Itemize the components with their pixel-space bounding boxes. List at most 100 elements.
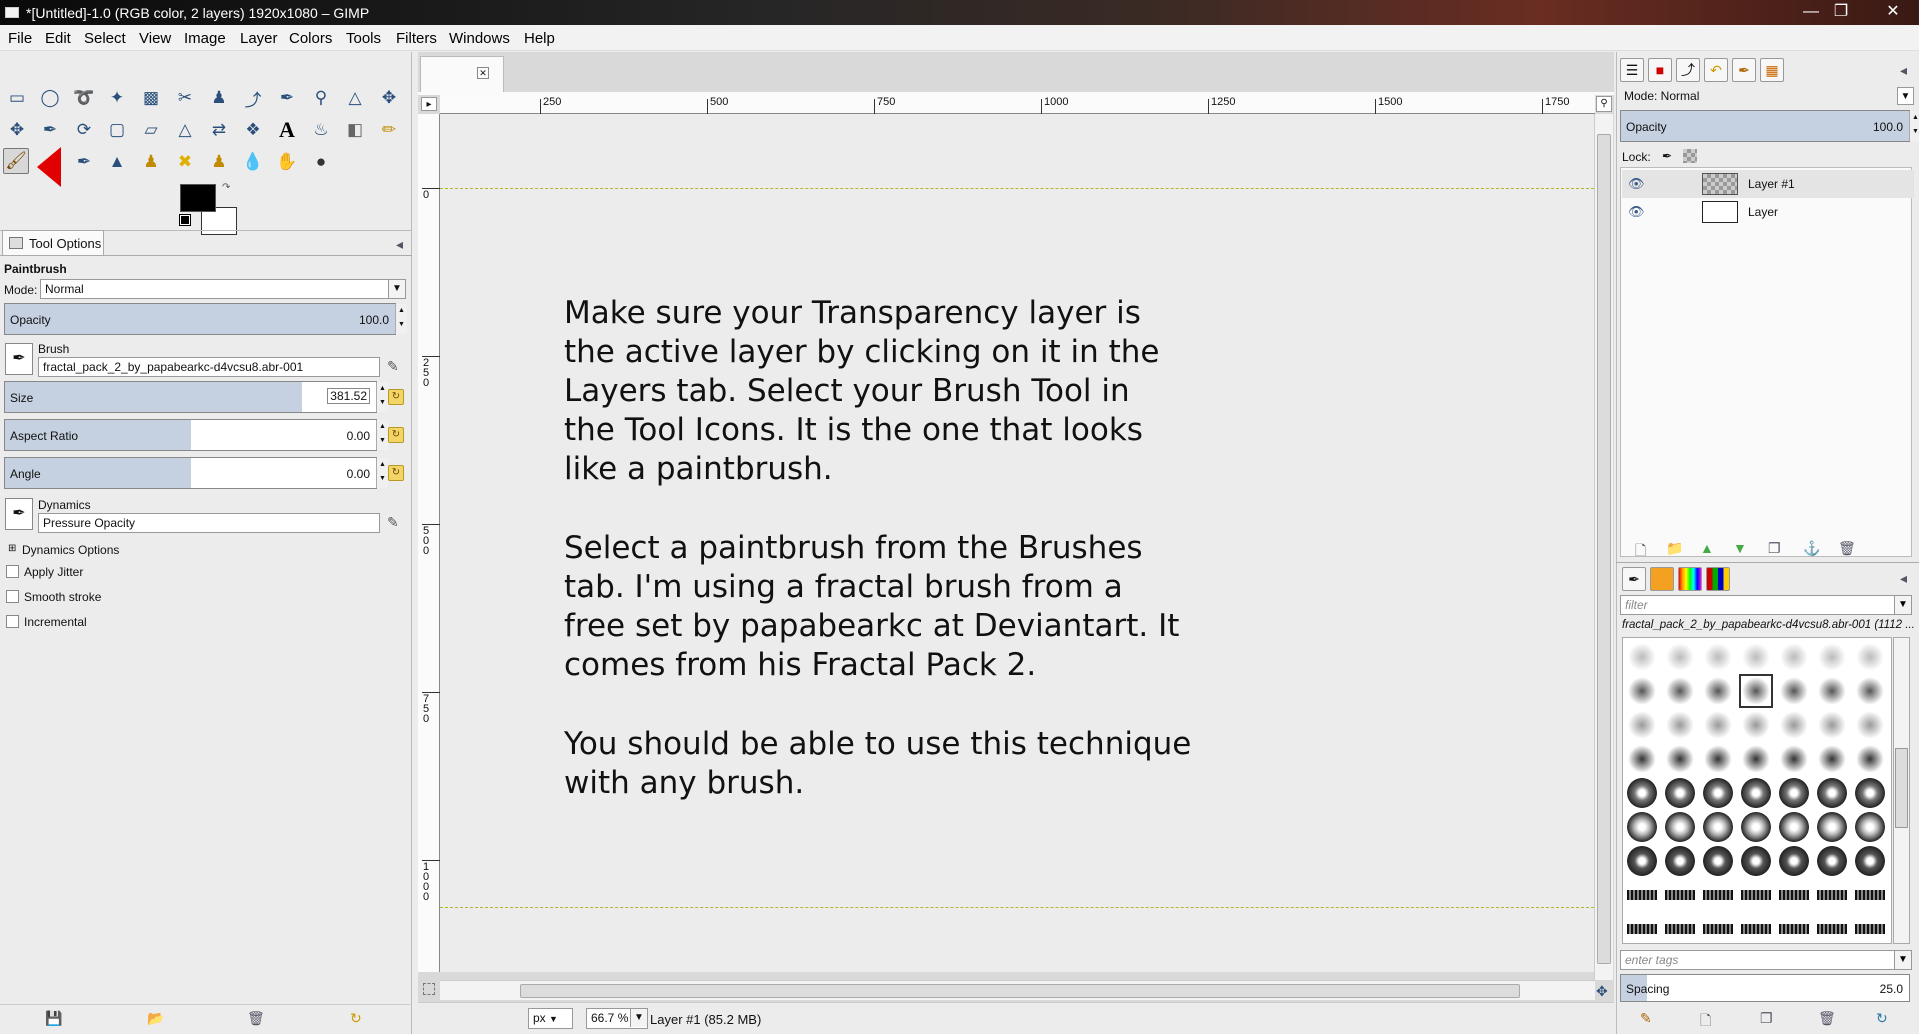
size-reset-icon[interactable]: ↻ [388,389,404,405]
text-icon[interactable]: A [274,117,300,143]
brush-thumbnail[interactable] [1779,676,1809,706]
brush-thumbnail[interactable] [1627,924,1657,934]
brush-thumbnail[interactable] [1665,676,1695,706]
shear-icon[interactable]: ▱ [138,117,164,143]
brush-thumbnail[interactable] [1703,676,1733,706]
duplicate-brush-icon[interactable]: ❐ [1760,1010,1773,1027]
configure-layers-tab-icon[interactable]: ◂ [1900,62,1907,79]
dodge-burn-icon[interactable]: ● [308,149,334,175]
scissors-icon[interactable]: ✂ [172,85,198,111]
brush-thumbnail[interactable] [1665,924,1695,934]
brush-thumbnail[interactable] [1855,924,1885,934]
brush-thumbnail[interactable] [1779,744,1809,774]
brush-thumbnail[interactable] [1779,642,1809,672]
brush-thumbnail[interactable] [1817,744,1847,774]
brush-thumbnail[interactable] [1703,778,1733,808]
pencil-icon[interactable]: ✏ [376,117,402,143]
heal-icon[interactable]: ✖ [172,149,198,175]
delete-options-icon[interactable]: 🗑 [247,1010,265,1027]
brush-thumbnail[interactable] [1779,924,1809,934]
horizontal-ruler[interactable]: 250 500 750 1000 1250 1500 1750 [440,95,1595,114]
layer-row-layer-1[interactable]: 👁 Layer #1 [1622,170,1914,198]
menu-filters[interactable]: Filters [396,30,437,47]
brush-name-field[interactable]: fractal_pack_2_by_papabearkc-d4vcsu8.abr… [38,357,380,377]
delete-brush-icon[interactable]: 🗑 [1818,1010,1836,1027]
clone-icon[interactable]: ♟ [138,149,164,175]
perspective-clone-icon[interactable]: ♟ [206,149,232,175]
brush-thumbnail[interactable] [1817,676,1847,706]
horizontal-scrollbar[interactable] [440,980,1595,1000]
angle-slider[interactable]: Angle 0.00 ▲ ▼ [4,457,388,489]
duplicate-layer-icon[interactable]: ❐ [1768,540,1781,557]
menu-colors[interactable]: Colors [289,30,332,47]
unit-select[interactable]: px ▼ [528,1008,573,1029]
measure-icon[interactable]: △ [342,85,368,111]
perspective-icon[interactable]: △ [172,117,198,143]
color-picker-icon[interactable]: ✒ [274,85,300,111]
flip-icon[interactable]: ⇄ [206,117,232,143]
brush-thumbnail[interactable] [1703,924,1733,934]
blur-icon[interactable]: 💧 [240,149,266,175]
lock-pixels-icon[interactable]: ✒ [1662,149,1672,163]
brush-filter-input[interactable]: filter ▼ [1620,595,1912,615]
horizontal-scroll-thumb[interactable] [520,984,1520,998]
dynamics-preview-icon[interactable]: ✒ [5,498,33,530]
brush-thumbnail[interactable] [1855,778,1885,808]
brush-thumbnail[interactable] [1817,710,1847,740]
anchor-layer-icon[interactable]: ⚓ [1803,540,1820,557]
brush-thumbnail[interactable] [1855,846,1885,876]
cage-icon[interactable]: ❖ [240,117,266,143]
layer-opacity-spin-button[interactable]: ▲ ▼ [1909,111,1919,141]
brush-thumbnail[interactable] [1627,778,1657,808]
brush-grid[interactable] [1622,637,1892,944]
menu-image[interactable]: Image [184,30,226,47]
brush-thumbnail[interactable] [1627,846,1657,876]
aspect-ratio-slider[interactable]: Aspect Ratio 0.00 ▲ ▼ [4,419,388,451]
smooth-stroke-checkbox[interactable] [6,590,19,603]
paintbrush-icon[interactable]: 🖌 [3,148,29,174]
blend-icon[interactable]: ◧ [342,117,368,143]
aspect-ratio-spin-button[interactable]: ▲ ▼ [376,420,388,450]
menu-tools[interactable]: Tools [346,30,381,47]
brush-thumbnail[interactable] [1817,778,1847,808]
configure-tab-icon[interactable]: ◂ [396,236,403,253]
brushes-tab-icon[interactable]: ✒ [1622,567,1646,591]
size-spin-button[interactable]: ▲ ▼ [376,382,388,412]
brush-thumbnail[interactable] [1741,812,1771,842]
eye-icon[interactable]: 👁 [1628,176,1645,192]
brush-thumbnail[interactable] [1703,642,1733,672]
brush-thumbnail[interactable] [1703,846,1733,876]
angle-spin-button[interactable]: ▲ ▼ [376,458,388,488]
new-layer-group-icon[interactable]: 📁 [1666,540,1683,557]
brush-thumbnail[interactable] [1665,642,1695,672]
airbrush-icon[interactable]: ✒ [71,149,97,175]
brush-thumbnail[interactable] [1855,710,1885,740]
save-options-icon[interactable]: 💾 [45,1010,62,1027]
foreground-color-swatch[interactable] [180,184,216,212]
layer-row-layer[interactable]: 👁 Layer [1622,198,1914,226]
opacity-slider[interactable]: Opacity 100.0 ▲ ▼ [4,303,407,335]
brush-thumbnail[interactable] [1779,890,1809,900]
reset-options-icon[interactable]: ↻ [350,1010,362,1027]
minimize-icon[interactable]: — [1796,2,1826,22]
brush-thumbnail[interactable] [1665,710,1695,740]
incremental-checkbox[interactable] [6,615,19,628]
layers-tab-icon[interactable]: ☰ [1620,58,1644,82]
brush-thumbnail[interactable] [1817,924,1847,934]
brush-tab-icon[interactable]: ✒ [1732,58,1756,82]
eye-icon[interactable]: 👁 [1628,204,1645,220]
mode-select[interactable]: Normal ▼ [40,279,406,299]
layer-opacity-slider[interactable]: Opacity 100.0 ▲ ▼ [1620,110,1919,142]
brush-thumbnail[interactable] [1741,642,1771,672]
rotate-icon[interactable]: ⟳ [71,117,97,143]
expand-icon[interactable]: ⊞ [8,543,16,554]
ellipse-select-icon[interactable]: ◯ [37,85,63,111]
brush-thumbnail[interactable] [1703,710,1733,740]
layer-mode-select[interactable]: Mode: Normal ▼ [1620,87,1914,107]
brush-thumbnail[interactable] [1855,890,1885,900]
brush-thumbnail[interactable] [1817,812,1847,842]
zoom-select[interactable]: 66.7 % ▼ [586,1008,648,1029]
brush-thumbnail[interactable] [1627,812,1657,842]
brush-thumbnail[interactable] [1741,710,1771,740]
default-colors-icon[interactable] [179,214,191,226]
